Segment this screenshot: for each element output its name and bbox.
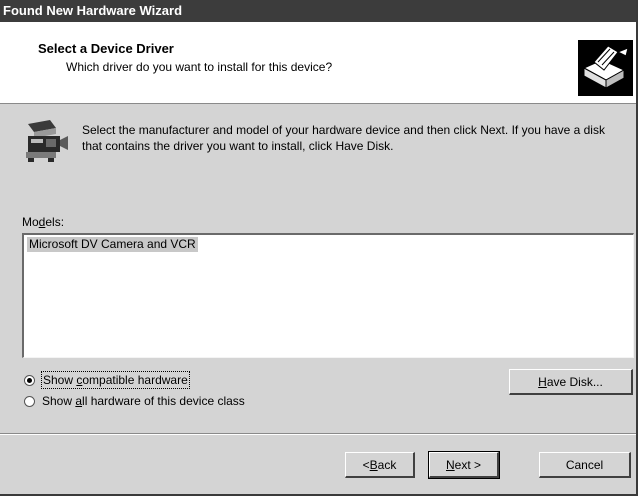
page-subtitle: Which driver do you want to install for … (66, 60, 333, 74)
page-title: Select a Device Driver (38, 41, 174, 56)
show-all-label[interactable]: Show all hardware of this device class (42, 393, 245, 409)
have-disk-button[interactable]: Have Disk... (509, 369, 633, 395)
camera-device-icon (26, 120, 68, 162)
separator (0, 433, 636, 435)
models-label: Models: (22, 215, 65, 229)
show-compatible-label[interactable]: Show compatible hardware (41, 371, 190, 389)
wizard-header: Select a Device Driver Which driver do y… (0, 22, 636, 104)
cancel-button[interactable]: Cancel (539, 452, 631, 478)
window-title: Found New Hardware Wizard (3, 3, 183, 18)
wizard-window: Found New Hardware Wizard Select a Devic… (0, 0, 638, 496)
title-bar[interactable]: Found New Hardware Wizard (0, 0, 636, 22)
radio-button-unchecked[interactable] (24, 395, 35, 407)
next-button[interactable]: Next > (428, 451, 500, 479)
show-compatible-option[interactable]: Show compatible hardware (24, 371, 190, 389)
instruction-text: Select the manufacturer and model of you… (82, 123, 605, 153)
show-all-option[interactable]: Show all hardware of this device class (24, 393, 245, 409)
list-item[interactable]: Microsoft DV Camera and VCR (27, 237, 198, 252)
back-button[interactable]: < Back (345, 452, 415, 478)
hardware-wizard-icon (578, 40, 633, 96)
models-listbox[interactable]: Microsoft DV Camera and VCR (22, 233, 634, 358)
radio-button-checked[interactable] (24, 374, 35, 386)
